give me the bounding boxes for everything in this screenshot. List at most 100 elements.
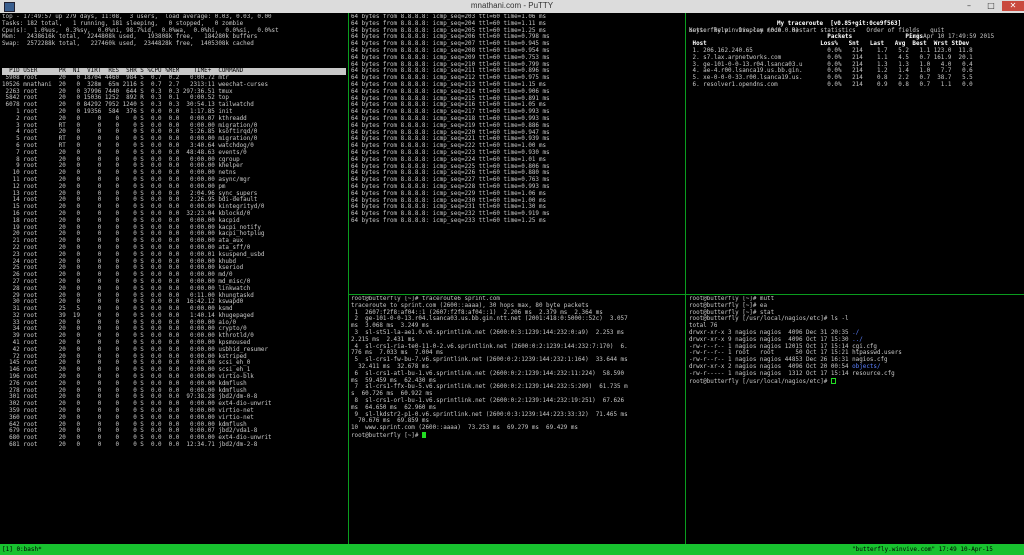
shell-line-text: -rw-r--r-- 1 root root 50 Oct 17 15:21 h… bbox=[689, 350, 902, 357]
mtr-hop-row: 2. s7.lax.arpnetworks.com 0.0% 214 1.1 4… bbox=[689, 54, 973, 61]
process-row: 145 root 20 0 0 0 0 S 0.0 0.0 0:00.00 sc… bbox=[2, 360, 251, 367]
process-row: 19 root 20 0 0 0 0 S 0.0 0.0 0:00.00 kac… bbox=[2, 224, 261, 231]
ping-output-line: 64 bytes from 8.8.8.8: icmp_seq=231 ttl=… bbox=[351, 204, 547, 211]
traceroute-output-line: 2.215 ms 2.431 ms bbox=[351, 336, 415, 343]
process-row: 681 root 20 0 0 0 0 S 0.0 0.0 12:34.71 j… bbox=[2, 442, 258, 449]
mtr-pane[interactable]: My traceroute [v0.85+git:0ce9f563] butte… bbox=[689, 14, 1024, 292]
shell-output-line: root@butterfly [/usr/local/nagios/etc]# … bbox=[689, 316, 1024, 323]
process-row: 196 root 20 0 0 0 0 S 0.0 0.0 0:00.00 vi… bbox=[2, 374, 254, 381]
ping-output-line: 64 bytes from 8.8.8.8: icmp_seq=226 ttl=… bbox=[351, 170, 550, 177]
process-row: 41 root 20 0 0 0 0 S 0.0 0.0 0:00.00 kps… bbox=[2, 340, 251, 347]
ping-output-line: 64 bytes from 8.8.8.8: icmp_seq=212 ttl=… bbox=[351, 75, 550, 82]
process-table-header: PID USER PR NI VIRT RES SHR S %CPU %MEM … bbox=[2, 68, 346, 75]
shell-output-line: total 76 bbox=[689, 323, 1024, 330]
process-row: 28 root 20 0 0 0 0 S 0.0 0.0 0:00.00 lin… bbox=[2, 285, 251, 292]
ping-output-line: 64 bytes from 8.8.8.8: icmp_seq=220 ttl=… bbox=[351, 129, 550, 136]
process-row: 276 root 20 0 0 0 0 S 0.0 0.0 0:00.00 kd… bbox=[2, 380, 247, 387]
traceroute-output-line: 1 2607:f2f8:af04::1 (2607:f2f8:af04::1) … bbox=[351, 309, 603, 316]
title-bar[interactable]: mnathani.com - PuTTY – □ ✕ bbox=[0, 0, 1024, 14]
process-row: 21 root 20 0 0 0 0 S 0.0 0.0 0:00.00 ata… bbox=[2, 238, 244, 245]
process-row: 6078 root 20 0 84292 7952 1240 S 0.3 0.3… bbox=[2, 102, 254, 109]
mtr-hop-row: 5. xe-0-0-0-33.r00.lsanca19.us. 0.0% 214… bbox=[689, 75, 973, 82]
mtr-column-header: Host Loss% Snt Last Avg Best Wrst StDev bbox=[689, 41, 970, 48]
ping-output-line: 64 bytes from 8.8.8.8: icmp_seq=233 ttl=… bbox=[351, 217, 547, 224]
ping-output-line: 64 bytes from 8.8.8.8: icmp_seq=223 ttl=… bbox=[351, 149, 550, 156]
shell-output-line: root@butterfly [/usr/local/nagios/etc]# bbox=[689, 377, 1024, 385]
mtr-date: Fri Apr 10 17:49:59 2015 bbox=[909, 34, 995, 41]
traceroute-output-line: 2 ge-101-0-0-13.r04.lsanca03.us.bb.gin.n… bbox=[351, 316, 628, 323]
process-row: 13 root 20 0 0 0 0 S 0.0 0.0 2:04.96 syn… bbox=[2, 190, 258, 197]
traceroute-pane[interactable]: root@butterfly [~]# traceroute6 sprint.c… bbox=[351, 296, 684, 543]
traceroute-output-line: 4 sl-crs1-ria-te0-11-0-2.v6.sprintlink.n… bbox=[351, 343, 628, 350]
ping-pane[interactable]: 64 bytes from 8.8.8.8: icmp_seq=203 ttl=… bbox=[351, 14, 684, 292]
close-button[interactable]: ✕ bbox=[1002, 1, 1024, 11]
process-row: 146 root 20 0 0 0 0 S 0.0 0.0 0:00.00 sc… bbox=[2, 367, 251, 374]
shell-line-text: total 76 bbox=[689, 323, 718, 330]
shell-line-text: -rw-r--r-- 1 nagios nagios 12015 Oct 17 … bbox=[689, 343, 877, 350]
shell-line-text: root@butterfly [/usr/local/nagios/etc]# … bbox=[689, 316, 849, 323]
process-row: 23 root 20 0 0 0 0 S 0.0 0.0 0:00.01 ksu… bbox=[2, 251, 265, 258]
top-summary-line: Tasks: 182 total, 1 running, 181 sleepin… bbox=[2, 20, 244, 27]
ping-output-line: 64 bytes from 8.8.8.8: icmp_seq=215 ttl=… bbox=[351, 95, 550, 102]
process-row: 16 root 20 0 0 0 0 S 0.0 0.0 32:23.04 kb… bbox=[2, 210, 251, 217]
process-row: 2263 root 20 0 37996 7440 644 S 0.3 0.3 … bbox=[2, 88, 233, 95]
shell-output-line: -rw-r--r-- 1 root root 50 Oct 17 15:21 h… bbox=[689, 350, 1024, 357]
ping-output-line: 64 bytes from 8.8.8.8: icmp_seq=214 ttl=… bbox=[351, 88, 550, 95]
shell-line-text: -rw-r--r-- 1 nagios nagios 44853 Dec 26 … bbox=[689, 357, 888, 364]
shell-pane[interactable]: root@butterfly [~]# mutt root@butterfly [… bbox=[689, 296, 1024, 543]
traceroute-output-line: 7 sl-crs1-ffx-bu-5.v6.sprintlink.net (26… bbox=[351, 384, 628, 391]
shell-output-line: drwxr-xr-x 9 nagios nagios 4096 Oct 17 1… bbox=[689, 337, 1024, 344]
process-row: 20 root 20 0 0 0 0 S 0.0 0.0 0:00.00 kac… bbox=[2, 231, 265, 238]
process-row: 11 root 20 0 0 0 0 S 0.0 0.0 0:00.00 asy… bbox=[2, 176, 251, 183]
minimize-button[interactable]: – bbox=[958, 1, 980, 11]
process-row: 10 root 20 0 0 0 0 S 0.0 0.0 0:00.00 net… bbox=[2, 170, 237, 177]
process-row: 5908 root 20 0 18704 4460 984 S 0.7 0.2 … bbox=[2, 75, 229, 81]
process-row: 8 root 20 0 0 0 0 S 0.0 0.0 0:00.00 cgro… bbox=[2, 156, 240, 163]
ping-output-line: 64 bytes from 8.8.8.8: icmp_seq=229 ttl=… bbox=[351, 190, 547, 197]
pane-divider[interactable] bbox=[685, 13, 686, 544]
maximize-button[interactable]: □ bbox=[980, 1, 1002, 11]
shell-output-line: root@butterfly [~]# ea bbox=[689, 303, 1024, 310]
process-row: 39 root 20 0 0 0 0 S 0.0 0.0 0:00.00 kth… bbox=[2, 333, 254, 340]
mtr-hop-row: 3. ge-101-0-0-13.r04.lsanca03.u 0.0% 214… bbox=[689, 61, 973, 68]
ping-output-line: 64 bytes from 8.8.8.8: icmp_seq=225 ttl=… bbox=[351, 163, 550, 170]
traceroute-output-line: 776 ms 7.033 ms 7.004 ms bbox=[351, 350, 444, 357]
process-row: 5842 root 20 0 15036 1252 892 R 0.3 0.1 … bbox=[2, 95, 229, 102]
process-row: 25 root 20 0 0 0 0 S 0.0 0.0 0:00.00 kse… bbox=[2, 265, 244, 272]
shell-output-line: root@butterfly [~]# mutt bbox=[689, 296, 1024, 303]
process-row: 6 root RT 0 0 0 0 S 0.0 0.0 3:40.64 watc… bbox=[2, 142, 254, 149]
terminal-area[interactable]: top - 17:49:57 up 279 days, 11:08, 3 use… bbox=[0, 13, 1024, 544]
shell-output-line: drwxr-xr-x 3 nagios nagios 4096 Dec 31 2… bbox=[689, 330, 1024, 337]
process-row: 29 root 20 0 0 0 0 S 0.0 0.0 0:11.00 khu… bbox=[2, 292, 254, 299]
process-row: 360 root 20 0 0 0 0 S 0.0 0.0 0:00.00 vi… bbox=[2, 414, 254, 421]
top-summary-line: Cpu(s): 1.0%us, 0.3%sy, 0.0%ni, 98.7%id,… bbox=[2, 27, 279, 34]
ping-output-line: 64 bytes from 8.8.8.8: icmp_seq=209 ttl=… bbox=[351, 54, 550, 61]
ping-output-line: 64 bytes from 8.8.8.8: icmp_seq=204 ttl=… bbox=[351, 20, 547, 27]
shell-line-text: drwxr-xr-x 9 nagios nagios 4096 Oct 17 1… bbox=[689, 336, 853, 343]
process-row: 26 root 20 0 0 0 0 S 0.0 0.0 0:00.00 md/… bbox=[2, 272, 233, 279]
process-row: 22 root 20 0 0 0 0 S 0.0 0.0 0:00.00 ata… bbox=[2, 244, 251, 251]
ping-output-line: 64 bytes from 8.8.8.8: icmp_seq=228 ttl=… bbox=[351, 183, 550, 190]
ping-output-line: 64 bytes from 8.8.8.8: icmp_seq=227 ttl=… bbox=[351, 177, 550, 184]
shell-line-text: -rw-r----- 1 nagios nagios 1312 Oct 17 1… bbox=[689, 370, 895, 377]
shell-output-line: -rw-r--r-- 1 nagios nagios 12015 Oct 17 … bbox=[689, 344, 1024, 351]
cursor bbox=[830, 377, 836, 384]
process-row: 302 root 20 0 0 0 0 S 0.0 0.0 0:00.00 ex… bbox=[2, 401, 272, 408]
traceroute-output-line: 8 sl-crs1-orl-bu-1.v6.sprintlink.net (26… bbox=[351, 397, 625, 404]
tmux-window-list[interactable]: [1] 0:bash* bbox=[2, 545, 42, 554]
top-summary-line: top - 17:49:57 up 279 days, 11:08, 3 use… bbox=[2, 14, 272, 20]
ping-output-line: 64 bytes from 8.8.8.8: icmp_seq=218 ttl=… bbox=[351, 115, 550, 122]
pane-divider[interactable] bbox=[349, 294, 1024, 295]
ping-output-line: 64 bytes from 8.8.8.8: icmp_seq=232 ttl=… bbox=[351, 211, 550, 218]
traceroute-output-line: s 60.726 ms 60.922 ms bbox=[351, 391, 433, 398]
process-row: 31 root 25 5 0 0 0 S 0.0 0.0 0:00.00 ksm… bbox=[2, 306, 233, 313]
ping-output-line: 64 bytes from 8.8.8.8: icmp_seq=211 ttl=… bbox=[351, 68, 550, 75]
ping-output-line: 64 bytes from 8.8.8.8: icmp_seq=208 ttl=… bbox=[351, 47, 550, 54]
process-row: 3 root RT 0 0 0 0 S 0.0 0.0 0:00.00 migr… bbox=[2, 122, 258, 129]
process-row: 72 root 20 0 0 0 0 S 0.0 0.0 0:00.00 kst… bbox=[2, 353, 247, 360]
traceroute-output-line: 32.411 ms 32.678 ms bbox=[351, 363, 430, 370]
ping-output-line: 64 bytes from 8.8.8.8: icmp_seq=205 ttl=… bbox=[351, 27, 547, 34]
pane-divider[interactable] bbox=[348, 13, 349, 544]
shell-output-line: -rw-r----- 1 nagios nagios 1312 Oct 17 1… bbox=[689, 371, 1024, 378]
traceroute-output-line: ms 59.459 ms 62.430 ms bbox=[351, 377, 437, 384]
